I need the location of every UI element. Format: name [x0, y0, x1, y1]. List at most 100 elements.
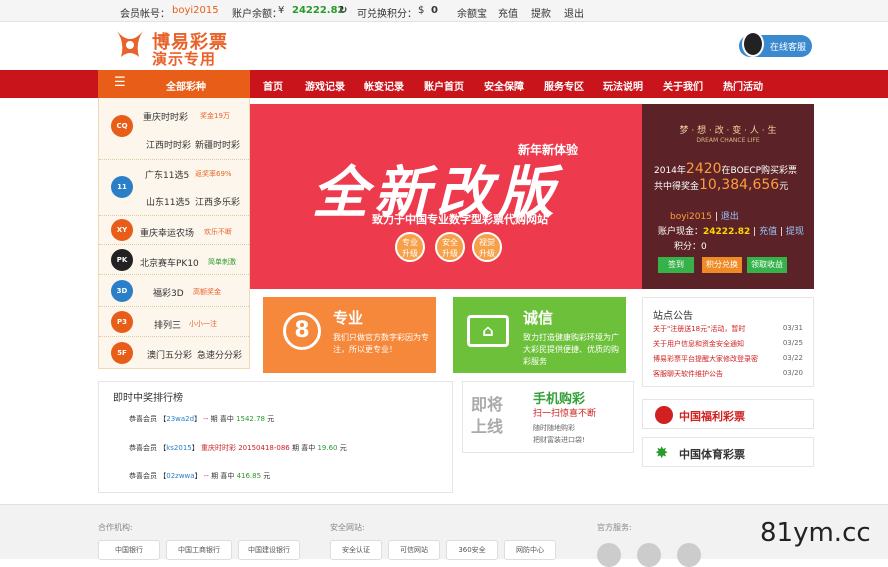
security-badge[interactable]: 可信网站: [388, 540, 440, 560]
nav-account-home[interactable]: 账户首页: [424, 78, 464, 93]
mobile-promo[interactable]: 即将上线 手机购彩 扫一扫惊喜不断 随时随地购彩 把财富装进口袋!: [462, 381, 634, 453]
user-slogan-en: DREAM CHANCE LIFE: [696, 137, 760, 144]
recharge-link[interactable]: 充值: [759, 227, 777, 237]
partner-logo[interactable]: 中国银行: [98, 540, 160, 560]
winner-unit: 元: [267, 415, 275, 423]
notice-item[interactable]: 关于用户信息和资金安全通知 03/25: [653, 339, 803, 349]
winner-game: --: [203, 415, 209, 423]
stat-number: 10,384,656: [699, 177, 780, 193]
cash-label: 账户现金：: [658, 227, 704, 237]
partner-logo[interactable]: 中国工商银行: [166, 540, 232, 560]
online-service-button[interactable]: 在线客服: [739, 31, 812, 57]
refresh-icon[interactable]: ↻: [339, 5, 347, 16]
feature-card-integrity: ⌂ 诚信 致力打造健康购彩环境为广大彩民提供便捷、优质的购彩服务: [453, 297, 626, 373]
security-badge[interactable]: 网防中心: [504, 540, 556, 560]
separator: |: [753, 227, 757, 237]
logout-link[interactable]: 退出: [721, 212, 739, 222]
lottery-link[interactable]: 北京赛车PK10: [140, 256, 199, 269]
link-withdraw[interactable]: 提款: [531, 5, 551, 20]
welfare-lottery-logo[interactable]: 中国福利彩票: [642, 399, 814, 429]
partner-logo[interactable]: 中国建设银行: [238, 540, 300, 560]
winner-amount: 416.85: [236, 472, 262, 480]
coming-soon: 即将上线: [471, 395, 504, 436]
lottery-link[interactable]: 山东11选5: [146, 195, 190, 208]
separator: |: [714, 212, 718, 222]
notice-item[interactable]: 博易彩票平台提醒大家修改登录密 03/22: [653, 354, 803, 364]
nav-about[interactable]: 关于我们: [663, 78, 703, 93]
nav-rules[interactable]: 玩法说明: [603, 78, 643, 93]
lottery-link[interactable]: 排列三: [154, 318, 181, 331]
lottery-link[interactable]: 澳门五分彩: [147, 348, 192, 361]
top-bar: 会员帐号： boyi2015 账户余额： ¥ 24222.82 ↻ 可兑换积分：…: [0, 0, 888, 22]
security-badge[interactable]: 安全认证: [330, 540, 382, 560]
mobile-desc: 随时随地购彩: [533, 424, 575, 432]
nav-account-changes[interactable]: 帐变记录: [364, 78, 404, 93]
stat-text: 2014年: [654, 166, 686, 176]
user-name[interactable]: boyi2015: [670, 212, 712, 222]
card-title: 诚信: [523, 309, 554, 327]
sidebar-group-ssc: CQ 重庆时时彩 奖金19万 江西时时彩 新疆时时彩: [99, 98, 249, 160]
card-desc: 我们只做官方数字彩因为专注，所以更专业！: [333, 333, 429, 354]
lottery-link[interactable]: 急速分分彩: [197, 348, 242, 361]
logo-icon[interactable]: [113, 27, 147, 61]
banner-pill: 安全 升级: [435, 232, 465, 262]
notice-item[interactable]: 关于"注册送18元"活动，暂时 03/31: [653, 324, 803, 334]
nav-game-records[interactable]: 游戏记录: [305, 78, 345, 93]
claim-earnings-button[interactable]: 领取收益: [747, 257, 787, 273]
qq-service-icon[interactable]: [677, 543, 701, 567]
sports-lottery-logo[interactable]: ✸ 中国体育彩票: [642, 437, 814, 467]
winner-prefix: 恭喜会员: [129, 444, 157, 452]
nav-service[interactable]: 服务专区: [544, 78, 584, 93]
footer: 合作机构: 中国银行 中国工商银行 中国建设银行 安全网站: 安全认证 可信网站…: [0, 504, 888, 567]
points-currency: $: [418, 5, 425, 16]
sidebar-group-pk10: PK 北京赛车PK10 简单刺激: [99, 245, 249, 275]
lottery-link[interactable]: 广东11选5: [145, 168, 189, 181]
points-label: 可兑换积分：: [357, 9, 417, 20]
security-badge[interactable]: 360安全: [446, 540, 498, 560]
all-lottery-button[interactable]: ☰ 全部彩种: [98, 70, 250, 98]
checkin-button[interactable]: 签到: [658, 257, 694, 273]
lottery-icon: 11: [111, 176, 133, 198]
lottery-link[interactable]: 江西时时彩: [146, 138, 191, 151]
winner-user: 02zwwa: [166, 472, 195, 480]
notice-text[interactable]: 客服聊天软件维护公告: [653, 370, 723, 378]
link-logout[interactable]: 退出: [564, 5, 584, 20]
sidebar-group-3d: 3D 福彩3D 高额奖金: [99, 275, 249, 307]
member-name[interactable]: boyi2015: [172, 5, 219, 16]
promo-banner[interactable]: 新年新体验 全新改版 致力于中国专业数字型彩票代购网站 专业 升级 安全 升级 视觉…: [250, 104, 642, 289]
banner-subtitle: 致力于中国专业数字型彩票代购网站: [372, 213, 548, 226]
lottery-link[interactable]: 重庆幸运农场: [140, 226, 194, 239]
points-exchange-button[interactable]: 积分兑换: [702, 257, 742, 273]
link-recharge[interactable]: 充值: [498, 5, 518, 20]
nav-activities[interactable]: 热门活动: [723, 78, 763, 93]
lottery-link[interactable]: 新疆时时彩: [195, 138, 240, 151]
lottery-link[interactable]: 福彩3D: [153, 286, 184, 299]
banner-pill: 视觉 升级: [472, 232, 502, 262]
notice-text[interactable]: 关于"注册送18元"活动，暂时: [653, 325, 745, 333]
nav-security[interactable]: 安全保障: [484, 78, 524, 93]
link-yuebao[interactable]: 余额宝: [457, 5, 487, 20]
notice-text[interactable]: 关于用户信息和资金安全通知: [653, 340, 744, 348]
winner-unit: 元: [339, 444, 347, 452]
lottery-icon: P3: [111, 311, 133, 333]
stats-line-1: 2014年2420在BOECP购买彩票: [654, 161, 797, 177]
withdraw-link[interactable]: 提现: [786, 227, 804, 237]
cash-line: 账户现金：24222.82 | 充值 | 提现: [658, 224, 804, 237]
watermark: 81ym.cc: [760, 518, 871, 548]
lottery-icon: 3D: [111, 280, 133, 302]
mobile-desc: 把财富装进口袋!: [533, 436, 585, 444]
weibo-icon[interactable]: [637, 543, 661, 567]
wechat-icon[interactable]: [597, 543, 621, 567]
winners-board: 即时中奖排行榜 恭喜会员 【23wa2d】 -- 期 喜中 1542.78 元 …: [98, 381, 453, 493]
sidebar-group-p3: P3 排列三 小小一注: [99, 307, 249, 337]
nav-home[interactable]: 首页: [263, 78, 283, 93]
points-line: 积分：0: [674, 239, 707, 252]
winner-row: 恭喜会员 【23wa2d】 -- 期 喜中 1542.78 元: [129, 415, 275, 423]
lottery-link[interactable]: 江西多乐彩: [195, 195, 240, 208]
notice-text[interactable]: 博易彩票平台提醒大家修改登录密: [653, 355, 758, 363]
lottery-link[interactable]: 重庆时时彩: [143, 110, 188, 123]
winner-mid: 期 喜中: [211, 472, 235, 480]
banner-pill: 专业 升级: [395, 232, 425, 262]
notice-item[interactable]: 客服聊天软件维护公告 03/20: [653, 369, 803, 379]
winner-mid: 期 喜中: [291, 444, 316, 452]
